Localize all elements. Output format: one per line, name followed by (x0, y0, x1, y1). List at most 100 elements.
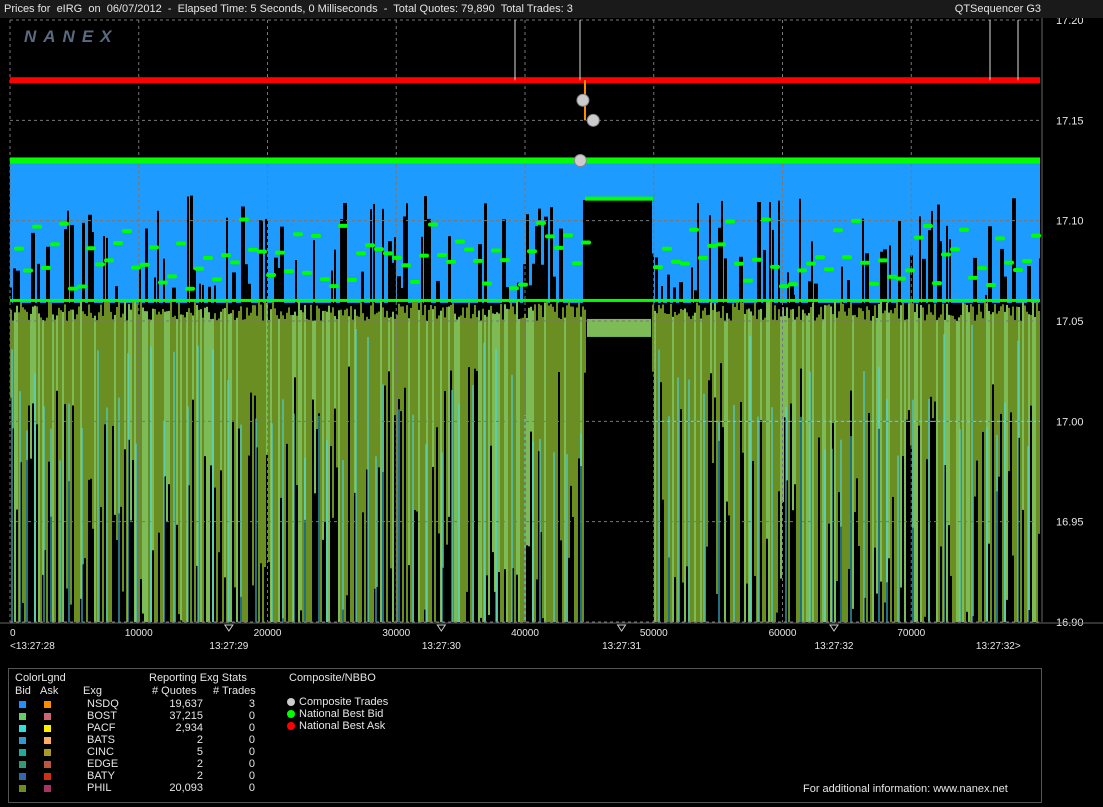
bid-depth-bar (432, 309, 434, 467)
ask-gap (421, 236, 423, 307)
bid-depth-bar (168, 310, 170, 485)
bid-depth-bar (408, 318, 410, 566)
bid-depth-bar (104, 301, 106, 425)
x-tick-label: 70000 (897, 628, 925, 639)
ask-gap (721, 200, 723, 307)
ask-gap (559, 228, 563, 307)
time-label: 13:27:29 (209, 641, 248, 652)
bid-edge-mark (734, 261, 744, 266)
bid-depth-bar (680, 308, 682, 410)
bid-edge-mark (1031, 233, 1041, 238)
bid-depth-bar (276, 315, 278, 622)
bid-depth-bar (900, 305, 902, 588)
bid-depth-bar (444, 317, 446, 392)
bid-depth-bar (974, 320, 976, 497)
bid-edge-mark (585, 196, 653, 201)
bid-depth-bar (350, 306, 352, 622)
bid-depth-bar (1036, 301, 1038, 622)
bid-depth-bar (706, 315, 708, 547)
bid-depth-bar (1014, 320, 1016, 622)
bid-depth-bar (48, 301, 50, 462)
bid-depth-bar (120, 317, 122, 507)
bid-depth-bar (516, 301, 518, 575)
bid-depth-bar (264, 301, 266, 568)
bid-depth-bar (334, 316, 336, 409)
bid-edge-mark (743, 278, 753, 283)
bid-depth-bar (980, 311, 982, 622)
bid-depth-bar (180, 314, 182, 621)
ask-gap (661, 286, 663, 307)
bid-depth-bar (574, 317, 576, 622)
ask-gap (406, 203, 408, 307)
bid-depth-bar (582, 306, 584, 622)
quote-count: 37,215 (169, 710, 203, 722)
bid-depth-bar (1008, 307, 1010, 472)
bid-depth-bar (914, 312, 916, 622)
bid-depth-bar (502, 319, 504, 622)
bid-edge-mark (203, 256, 213, 261)
bid-edge-mark (500, 258, 510, 263)
bid-depth-bar (800, 319, 802, 369)
ask-gap (883, 249, 887, 307)
bid-depth-bar (24, 309, 26, 622)
bid-depth-bar (144, 311, 146, 622)
ask-gap (946, 225, 948, 307)
ask-gap (427, 218, 431, 307)
nanex-watermark: NANEX (24, 27, 119, 46)
bid-depth-bar (664, 313, 666, 622)
bid-depth-bar (182, 314, 184, 622)
bid-edge-mark (293, 232, 303, 237)
bid-depth-bar (722, 306, 724, 428)
composite-trade-dot (576, 93, 590, 107)
bid-depth-bar (74, 319, 76, 622)
ask-color-swatch (44, 761, 51, 768)
exchange-name: NSDQ (87, 698, 119, 710)
bid-edge-mark (653, 265, 663, 270)
bid-depth-bar (178, 302, 180, 615)
bid-depth-bar (414, 302, 416, 511)
ask-gap (919, 216, 921, 307)
bid-depth-bar (872, 316, 874, 622)
bid-edge-mark (383, 251, 393, 256)
bid-depth-bar (298, 301, 300, 622)
nbbo-legend-label: National Best Bid (299, 708, 384, 720)
bid-edge-mark (356, 251, 366, 256)
bid-depth-bar (220, 311, 222, 471)
composite-trade-dot (586, 113, 600, 127)
bid-depth-bar (194, 301, 196, 622)
bid-color-swatch (19, 773, 26, 780)
exchange-name: PACF (87, 722, 116, 734)
bid-depth-bar (294, 311, 296, 378)
bid-depth-bar (662, 304, 664, 500)
bid-edge-mark (455, 239, 465, 244)
bid-depth-bar (744, 314, 746, 622)
bid-depth-bar (130, 309, 132, 521)
bid-edge-mark (869, 281, 879, 286)
bid-edge-mark (437, 253, 447, 258)
bid-edge-mark (14, 246, 24, 251)
bid-depth-bar (720, 317, 722, 364)
ask-gap (847, 280, 850, 307)
bid-depth-bar (312, 320, 314, 400)
bid-depth-bar (870, 320, 872, 622)
bid-depth-bar (690, 318, 692, 622)
ask-gap (343, 202, 347, 307)
bid-depth-bar (1024, 305, 1026, 622)
nbbo-legend-dot (287, 710, 295, 718)
bid-depth-bar (360, 302, 362, 622)
bid-edge-mark (77, 284, 87, 289)
bid-edge-mark (473, 258, 483, 263)
quote-count: 20,093 (169, 782, 203, 794)
ask-gap (115, 286, 118, 307)
bid-edge-mark (347, 278, 357, 283)
bid-depth-bar (160, 314, 162, 622)
exchange-name: BOST (87, 710, 117, 722)
bid-depth-bar (322, 310, 324, 540)
bid-depth-bar (670, 303, 672, 622)
bid-depth-bar (328, 305, 330, 622)
ask-gap (91, 232, 94, 307)
bid-depth-bar (332, 307, 334, 518)
bid-depth-bar (448, 306, 450, 517)
bid-edge-mark (329, 284, 339, 289)
quote-count: 5 (196, 746, 203, 758)
